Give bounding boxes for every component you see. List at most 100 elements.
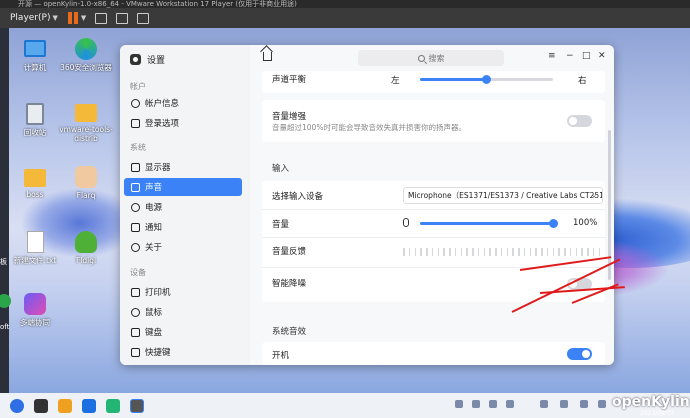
- taskbar-date[interactable]: 2023/08/07: [640, 410, 675, 417]
- settings-sidebar: 设置 帐户 帐户信息 登录选项 系统 显示器 声音 电源 通知 关于 设备 打印…: [120, 45, 250, 365]
- balance-slider-fill: [420, 78, 487, 81]
- openkylin-brand: openKylin: [612, 394, 690, 410]
- tray-icon[interactable]: [560, 400, 568, 408]
- notification-icon: [131, 222, 140, 232]
- host-left-strip: [0, 28, 9, 393]
- volume-enhance-label: 音量增强: [272, 112, 307, 122]
- wps-icon[interactable]: [82, 398, 96, 413]
- flarq-icon: [75, 166, 97, 188]
- tray-icon[interactable]: [455, 400, 463, 408]
- divider: [262, 267, 605, 268]
- sidebar-item-display[interactable]: 显示器: [124, 158, 242, 176]
- sidebar-item-account-info[interactable]: 帐户信息: [124, 94, 242, 112]
- close-icon[interactable]: ✕: [598, 51, 606, 61]
- display-icon: [131, 162, 140, 172]
- volume-enhance-desc: 音量超过100%时可能会导致音效失真并损害你的扬声器。: [272, 123, 466, 132]
- host-edge-label: 板: [0, 258, 7, 266]
- divider: [262, 237, 605, 238]
- keyboard-icon: [131, 327, 140, 337]
- sidebar-item-login-options[interactable]: 登录选项: [124, 114, 242, 132]
- tray-icon[interactable]: [489, 400, 497, 408]
- sidebar-item-sound[interactable]: 声音: [124, 178, 242, 196]
- green-app-icon: [0, 294, 11, 308]
- balance-right-label: 右: [578, 76, 587, 86]
- main-header: 搜索 ≡ − □ ✕: [250, 45, 614, 71]
- input-section-title: 输入: [272, 164, 290, 174]
- input-device-label: 选择输入设备: [272, 192, 324, 202]
- window-title-row: 设置: [130, 53, 165, 66]
- software-store-icon[interactable]: [106, 398, 120, 413]
- player-menu-caret-icon[interactable]: ▼: [52, 14, 57, 22]
- sidebar-item-mouse[interactable]: 鼠标: [124, 303, 242, 321]
- send-ctrl-alt-del-icon[interactable]: [95, 12, 108, 24]
- settings-taskbar-icon[interactable]: [130, 398, 144, 413]
- desktop-icon-vmware-tools[interactable]: vmware-tools-distrib: [56, 101, 116, 143]
- desktop-icon-multi-device[interactable]: 多端协同: [5, 293, 65, 327]
- pause-icon[interactable]: [67, 12, 78, 24]
- host-green-app[interactable]: [0, 294, 11, 308]
- sidebar-item-keyboard[interactable]: 键盘: [124, 323, 242, 341]
- tray-icon[interactable]: [580, 400, 588, 408]
- maximize-icon[interactable]: □: [582, 51, 591, 61]
- folder-icon: [75, 104, 97, 122]
- menu-icon[interactable]: ≡: [548, 51, 556, 61]
- multitask-view-icon[interactable]: [34, 398, 48, 413]
- input-settings-card: 选择输入设备 Microphone（ES1371/ES1373 / Creati…: [262, 181, 605, 302]
- input-volume-slider-fill: [420, 222, 553, 225]
- search-placeholder: 搜索: [428, 53, 445, 63]
- player-menu[interactable]: Player(P): [10, 13, 50, 23]
- browser-360-icon: [75, 38, 97, 60]
- volume-feedback-meter: [403, 248, 600, 256]
- search-box[interactable]: 搜索: [358, 50, 504, 66]
- start-menu-icon[interactable]: [10, 398, 24, 413]
- file-manager-icon[interactable]: [58, 398, 72, 413]
- group-label-account: 帐户: [130, 82, 146, 91]
- fldigi-icon: [75, 231, 97, 253]
- mouse-icon: [131, 307, 140, 317]
- balance-left-label: 左: [391, 76, 400, 86]
- tray-icon[interactable]: [540, 400, 548, 408]
- microphone-icon: [403, 218, 409, 227]
- divider: [262, 209, 605, 210]
- fullscreen-icon[interactable]: [116, 12, 129, 24]
- tray-icon[interactable]: [472, 400, 480, 408]
- printer-icon: [131, 287, 140, 297]
- desktop-icon-fldigi[interactable]: Fldigi: [56, 231, 116, 265]
- minimize-icon[interactable]: −: [566, 51, 574, 61]
- startup-sound-label: 开机: [272, 351, 290, 361]
- input-device-select[interactable]: Microphone（ES1371/ES1373 / Creative Labs…: [403, 187, 603, 204]
- window-title: 设置: [147, 56, 166, 66]
- multi-device-icon: [24, 293, 46, 315]
- tray-icon[interactable]: [598, 400, 606, 408]
- balance-slider[interactable]: [420, 75, 553, 84]
- input-volume-slider[interactable]: [420, 219, 558, 228]
- system-sound-section-title: 系统音效: [272, 327, 307, 337]
- vm-toolbar: Player(P) ▼ ▼: [0, 8, 690, 28]
- input-volume-slider-knob[interactable]: [548, 219, 558, 228]
- computer-icon: [24, 40, 46, 57]
- sidebar-item-shortcuts[interactable]: 快捷键: [124, 343, 242, 361]
- tray-icon[interactable]: [506, 400, 514, 408]
- power-menu-caret-icon[interactable]: ▼: [81, 14, 86, 22]
- sidebar-item-power[interactable]: 电源: [124, 198, 242, 216]
- balance-label: 声道平衡: [272, 75, 307, 85]
- shortcut-icon: [131, 347, 140, 357]
- startup-sound-row: 开机: [262, 342, 605, 365]
- unity-icon[interactable]: [137, 12, 150, 24]
- sidebar-item-about[interactable]: 关于: [124, 238, 242, 256]
- sidebar-item-printer[interactable]: 打印机: [124, 283, 242, 301]
- home-icon[interactable]: [263, 52, 272, 61]
- input-volume-label: 音量: [272, 220, 290, 230]
- login-options-icon: [131, 118, 140, 128]
- balance-slider-knob[interactable]: [482, 75, 491, 84]
- startup-sound-toggle[interactable]: [567, 348, 592, 360]
- desktop-icon-browser-360[interactable]: 360安全浏览器: [56, 38, 116, 72]
- group-label-system: 系统: [130, 143, 146, 152]
- sidebar-item-notifications[interactable]: 通知: [124, 218, 242, 236]
- power-icon: [131, 202, 140, 212]
- user-icon: [131, 98, 140, 108]
- desktop: 计算机 360安全浏览器 回收站 vmware-tools-distrib bo…: [0, 28, 690, 393]
- volume-enhance-toggle[interactable]: [567, 115, 592, 127]
- desktop-icon-flarq[interactable]: Flarq: [56, 166, 116, 200]
- volume-feedback-label: 音量反馈: [272, 247, 307, 257]
